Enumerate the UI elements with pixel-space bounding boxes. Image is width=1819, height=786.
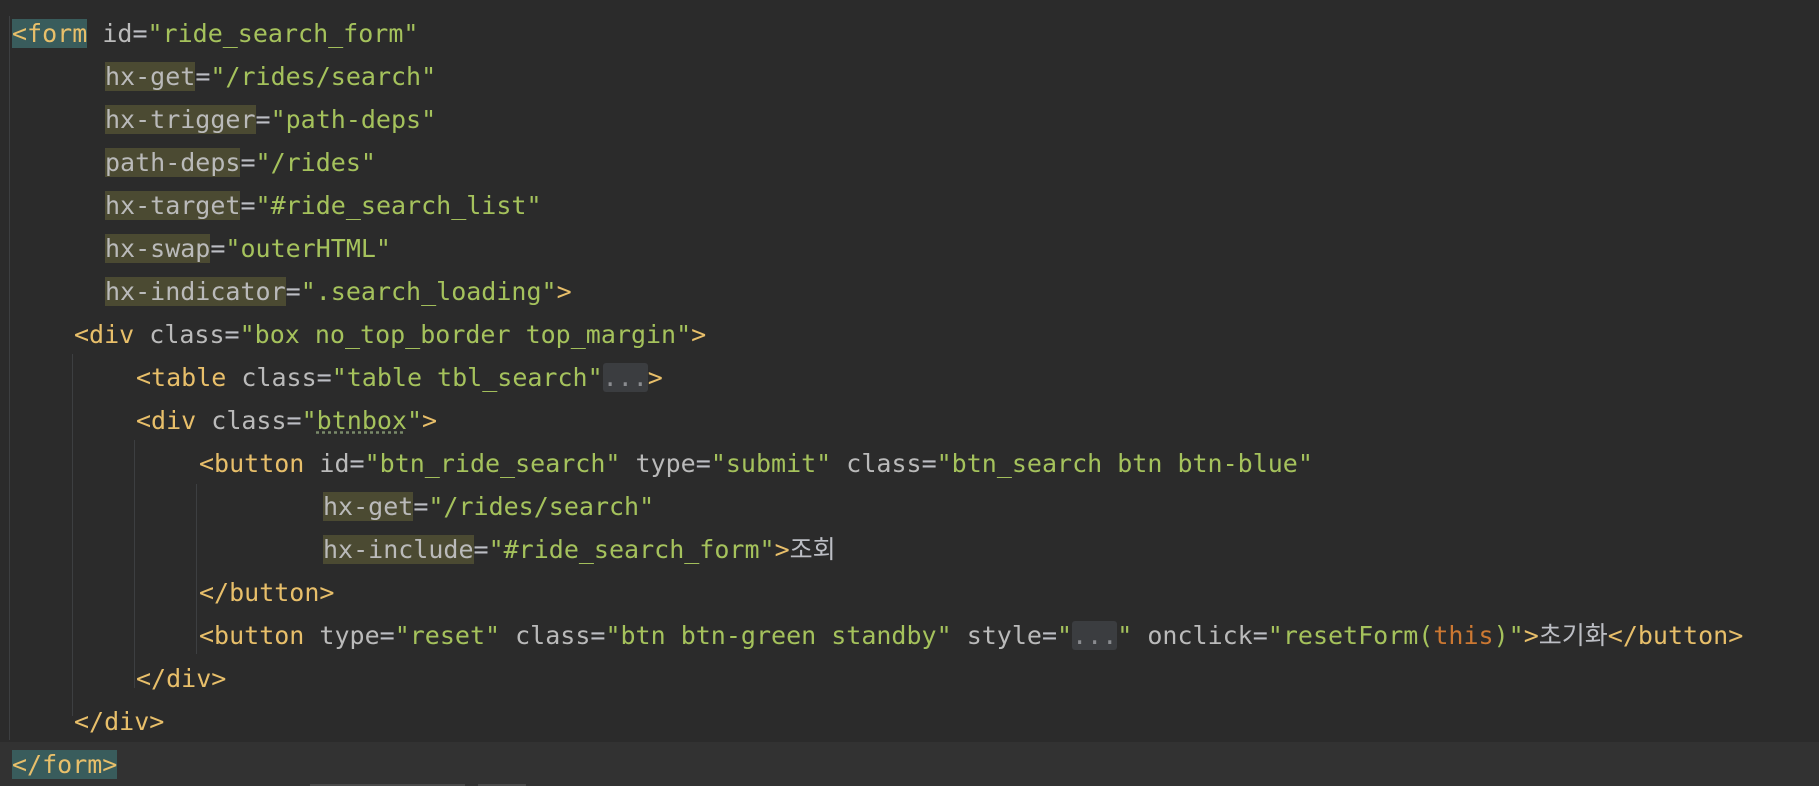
code-line-16[interactable]: </div> (136, 661, 226, 697)
button-close-tag: </button> (199, 578, 335, 607)
code-line-2[interactable]: hx-get="/rides/search" (105, 59, 436, 95)
keyword: this (1433, 621, 1494, 650)
attr-value: "#ride_search_list" (255, 191, 542, 220)
attr-value: "#ride_search_form" (488, 535, 775, 564)
attr-quote: " (1117, 621, 1133, 650)
attr-name: type (319, 621, 380, 650)
code-line-9[interactable]: <table class="table tbl_search"...> (136, 360, 663, 396)
code-line-11[interactable]: <button id="btn_ride_search" type="submi… (199, 446, 1313, 482)
tag-close-bracket: > (556, 277, 572, 306)
code-line-14[interactable]: </button> (199, 575, 334, 611)
code-line-1[interactable]: <form id="ride_search_form" (12, 16, 418, 52)
tag-close-bracket: > (422, 406, 438, 435)
caret-line-highlight (0, 742, 1819, 786)
attr-quote: " (406, 406, 423, 435)
table-open-tag: <table (136, 363, 227, 392)
code-line-8[interactable]: <div class="box no_top_border top_margin… (74, 317, 706, 353)
attr-name: id (319, 449, 350, 478)
attr-value: ".search_loading" (300, 277, 557, 306)
button-text: 초기화 (1538, 621, 1608, 650)
code-line-15[interactable]: <button type="reset" class="btn btn-gree… (199, 618, 1743, 654)
button-close-tag: </button> (1607, 621, 1744, 650)
attr-value: "/rides" (255, 148, 376, 177)
attr-value: "submit" (710, 449, 832, 478)
tag-close-bracket: > (647, 363, 663, 392)
indent-guide (72, 354, 73, 716)
folded-region[interactable]: ... (1072, 621, 1118, 650)
tag-close-bracket: > (774, 535, 790, 564)
attr-name: path-deps (105, 148, 241, 177)
div-open-tag: <div (136, 406, 197, 435)
attr-value: "/rides/search" (210, 62, 437, 91)
attr-name: hx-get (105, 62, 196, 91)
attr-name: hx-get (323, 492, 414, 521)
attr-value: "resetForm( (1267, 621, 1434, 650)
attr-name: class (211, 406, 287, 435)
code-editor[interactable]: <form id="ride_search_form" hx-get="/rid… (0, 0, 1819, 786)
attr-quote: " (301, 406, 317, 435)
attr-value: "btn_search btn btn-blue" (936, 449, 1313, 478)
attr-name: hx-swap (105, 234, 211, 263)
attr-value: btnbox (316, 406, 407, 435)
attr-name: hx-trigger (105, 105, 256, 134)
code-line-3[interactable]: hx-trigger="path-deps" (105, 102, 436, 138)
button-open-tag: <button (199, 621, 305, 650)
attr-value: "/rides/search" (428, 492, 655, 521)
indent-guide (134, 440, 135, 688)
tag-close-bracket: > (1523, 621, 1539, 650)
attr-value: )" (1493, 621, 1524, 650)
attr-quote: " (1057, 621, 1073, 650)
attr-name: class (149, 320, 225, 349)
attr-name: id (102, 19, 133, 48)
code-line-5[interactable]: hx-target="#ride_search_list" (105, 188, 542, 224)
attr-name: onclick (1147, 621, 1253, 650)
code-line-17[interactable]: </div> (74, 704, 164, 740)
attr-name: type (635, 449, 696, 478)
attr-name: class (241, 363, 317, 392)
code-line-18[interactable]: </form> (12, 747, 118, 783)
indent-guide (9, 16, 10, 740)
code-line-12[interactable]: hx-get="/rides/search" (323, 489, 654, 525)
form-open-tag: <form (12, 19, 88, 48)
button-text: 조회 (789, 535, 836, 564)
code-line-4[interactable]: path-deps="/rides" (105, 145, 376, 181)
code-line-7[interactable]: hx-indicator=".search_loading"> (105, 274, 572, 310)
attr-name: style (966, 621, 1042, 650)
attr-value: "box no_top_border top_margin" (239, 320, 692, 349)
attr-name: class (515, 621, 591, 650)
attr-value: "btn_ride_search" (364, 449, 621, 478)
tag-close-bracket: > (691, 320, 707, 349)
code-line-10[interactable]: <div class="btnbox"> (136, 403, 437, 439)
attr-name: hx-include (323, 535, 474, 564)
button-open-tag: <button (199, 449, 305, 478)
attr-name: class (846, 449, 922, 478)
attr-value: "outerHTML" (225, 234, 391, 263)
div-open-tag: <div (74, 320, 135, 349)
attr-name: hx-target (105, 191, 241, 220)
attr-value: "ride_search_form" (147, 19, 419, 48)
attr-name: hx-indicator (105, 277, 286, 306)
form-close-tag: </form> (12, 750, 118, 779)
div-close-tag: </div> (74, 707, 165, 736)
attr-value: "table tbl_search" (331, 363, 603, 392)
attr-value: "btn btn-green standby" (605, 621, 952, 650)
attr-value: "reset" (394, 621, 501, 650)
attr-value: "path-deps" (270, 105, 437, 134)
folded-region[interactable]: ... (602, 363, 648, 392)
indent-guide (196, 484, 197, 654)
code-line-6[interactable]: hx-swap="outerHTML" (105, 231, 391, 267)
div-close-tag: </div> (136, 664, 227, 693)
code-line-13[interactable]: hx-include="#ride_search_form">조회 (323, 532, 836, 568)
